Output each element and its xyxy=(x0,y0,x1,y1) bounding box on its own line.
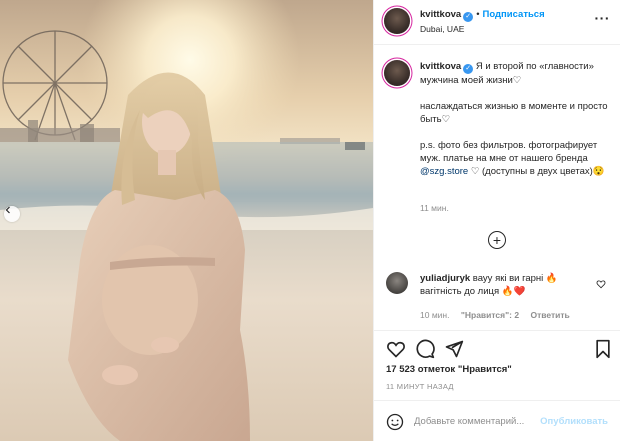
heart-icon[interactable] xyxy=(596,279,606,289)
comment-meta: 10 мин. "Нравится": 2 Ответить xyxy=(420,310,579,320)
post-location[interactable]: Dubai, UAE xyxy=(420,24,464,34)
more-options-icon[interactable]: ··· xyxy=(595,10,611,26)
white-heart-icon: ♡ xyxy=(441,114,451,125)
blush-emoji-icon: 😯 xyxy=(592,166,605,177)
post-header: kvittkova ✓ • Подписаться Dubai, UAE ··· xyxy=(374,0,620,45)
header-author-line: kvittkova ✓ • Подписаться xyxy=(420,9,545,22)
commenter-username[interactable]: yuliadjuryk xyxy=(420,273,470,284)
separator-dot: • xyxy=(476,9,480,20)
reply-button[interactable]: Ответить xyxy=(530,310,569,320)
comment-input[interactable] xyxy=(414,411,554,431)
follow-button[interactable]: Подписаться xyxy=(483,9,545,20)
share-icon[interactable] xyxy=(444,339,464,359)
verified-badge-icon: ✓ xyxy=(463,12,474,22)
commenter-avatar[interactable] xyxy=(386,272,408,294)
brand-mention-link[interactable]: @szg.store xyxy=(420,166,468,177)
publish-button[interactable]: Опубликовать xyxy=(540,416,608,427)
heart-icon[interactable] xyxy=(386,339,406,359)
chevron-left-icon xyxy=(5,206,10,214)
smile-icon[interactable] xyxy=(386,413,404,431)
bookmark-icon[interactable] xyxy=(594,339,612,359)
add-comment-bar: Опубликовать xyxy=(374,400,620,441)
verified-badge-icon: ✓ xyxy=(463,64,474,74)
likes-count[interactable]: 17 523 отметок "Нравится" xyxy=(386,364,512,375)
instagram-post: kvittkova ✓ • Подписаться Dubai, UAE ··· kv… xyxy=(0,0,620,441)
beach-photo-illustration xyxy=(0,0,373,441)
caption-text: kvittkova ✓ Я и второй по «главности» муж… xyxy=(420,60,615,191)
caption-timestamp[interactable]: 11 мин. xyxy=(420,203,449,213)
caption-line-3-end: (доступны в двух цветах) xyxy=(479,166,593,177)
comment-likes[interactable]: "Нравится": 2 xyxy=(461,310,519,320)
caption-username[interactable]: kvittkova xyxy=(420,61,461,72)
post-side-panel: kvittkova ✓ • Подписаться Dubai, UAE ··· kv… xyxy=(373,0,620,441)
posted-time[interactable]: 11 МИНУТ НАЗАД xyxy=(386,382,454,391)
plus-circle-icon[interactable]: + xyxy=(488,231,506,249)
white-heart-icon: ♡ xyxy=(512,75,522,86)
comment-text: yuliadjuryk вауу які ви гарні 🔥 вагітніс… xyxy=(420,272,595,298)
prev-photo-button[interactable] xyxy=(4,206,20,222)
white-heart-icon: ♡ xyxy=(468,166,480,177)
post-photo[interactable] xyxy=(0,0,373,441)
author-username[interactable]: kvittkova xyxy=(420,9,461,20)
comment-timestamp[interactable]: 10 мин. xyxy=(420,310,449,320)
caption-author-avatar[interactable] xyxy=(384,60,410,86)
author-avatar[interactable] xyxy=(384,8,410,34)
caption-line-3: p.s. фото без фильтров. фотографирует му… xyxy=(420,140,598,164)
comment-icon[interactable] xyxy=(415,339,435,359)
